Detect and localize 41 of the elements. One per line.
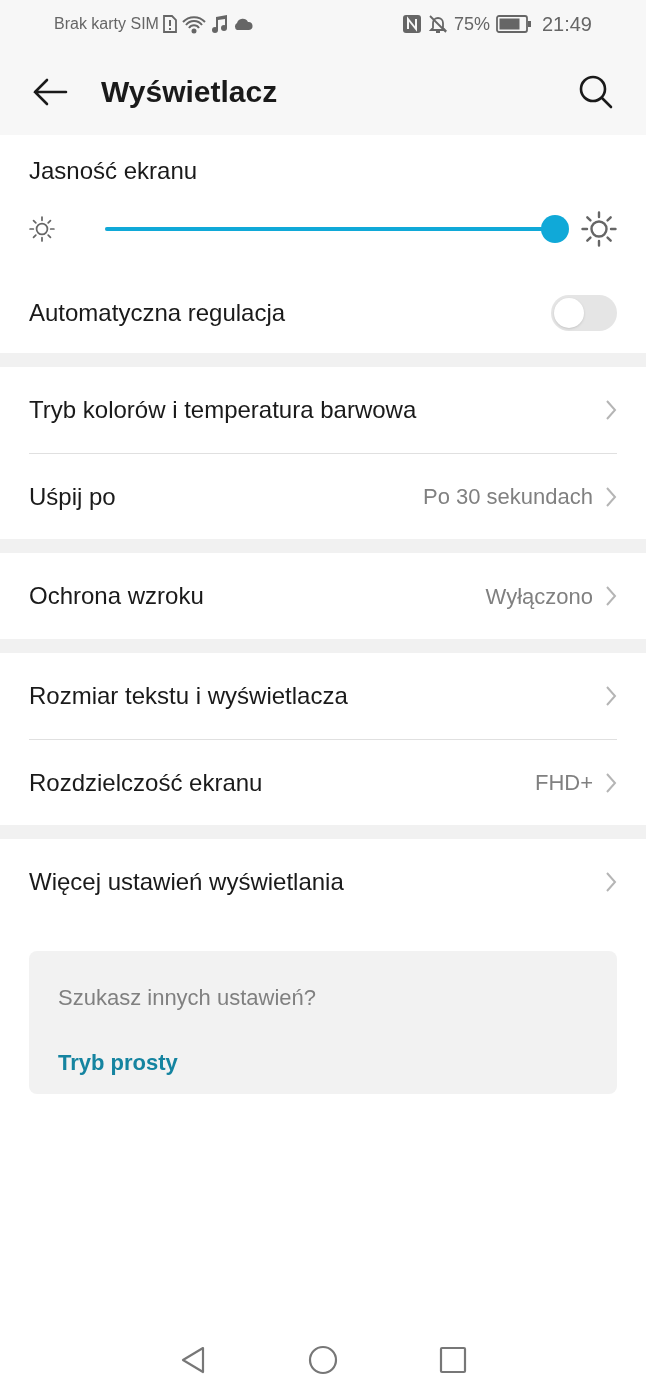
chevron-right-icon	[605, 399, 617, 421]
hint-text: Szukasz innych ustawień?	[58, 984, 318, 1012]
row-value: FHD+	[534, 769, 593, 797]
chevron-right-icon	[605, 771, 617, 794]
carrier-text: Brak karty SIM	[54, 14, 159, 34]
nav-home-button[interactable]	[307, 1344, 339, 1376]
settings-row[interactable]: Tryb kolorów i temperatura barwowa	[29, 367, 617, 453]
battery-icon	[495, 15, 532, 33]
row-label: Więcej ustawień wyświetlania	[29, 867, 345, 897]
nfc-icon	[401, 14, 422, 34]
row-label: Rozdzielczość ekranu	[29, 767, 264, 798]
chevron-right-icon	[605, 685, 617, 707]
settings-row[interactable]: Rozmiar tekstu i wyświetlacza	[29, 653, 617, 739]
brightness-label: Jasność ekranu	[29, 156, 199, 186]
row-label: Uśpij po	[29, 481, 117, 512]
auto-adjust-label: Automatyczna regulacja	[29, 298, 286, 328]
row-label: Tryb kolorów i temperatura barwowa	[29, 395, 418, 425]
settings-row[interactable]: Ochrona wzroku Wyłączono	[29, 553, 617, 639]
music-note-icon	[210, 14, 229, 34]
page-title: Wyświetlacz	[101, 74, 279, 110]
nav-recents-button[interactable]	[439, 1346, 467, 1374]
wifi-icon	[180, 14, 207, 34]
bell-muted-icon	[427, 14, 448, 34]
chevron-right-icon	[605, 585, 617, 607]
row-value: Po 30 sekundach	[422, 483, 593, 511]
clock-time: 21:49	[541, 12, 592, 37]
settings-row[interactable]: Więcej ustawień wyświetlania	[29, 839, 617, 925]
slider-thumb[interactable]	[541, 215, 569, 243]
row-value: Wyłączono	[485, 582, 593, 611]
chevron-right-icon	[605, 871, 617, 893]
nav-back-button[interactable]	[179, 1345, 207, 1375]
sim-alert-icon	[162, 15, 177, 33]
battery-percent: 75%	[453, 12, 490, 36]
simple-mode-link[interactable]: Tryb prosty	[58, 1046, 178, 1079]
row-label: Ochrona wzroku	[29, 581, 205, 611]
cloud-icon	[232, 17, 253, 31]
sun-small-icon	[29, 216, 55, 242]
sun-large-icon	[581, 211, 617, 247]
row-label: Rozmiar tekstu i wyświetlacza	[29, 681, 349, 711]
chevron-right-icon	[605, 485, 617, 508]
toggle-switch[interactable]	[551, 295, 617, 331]
